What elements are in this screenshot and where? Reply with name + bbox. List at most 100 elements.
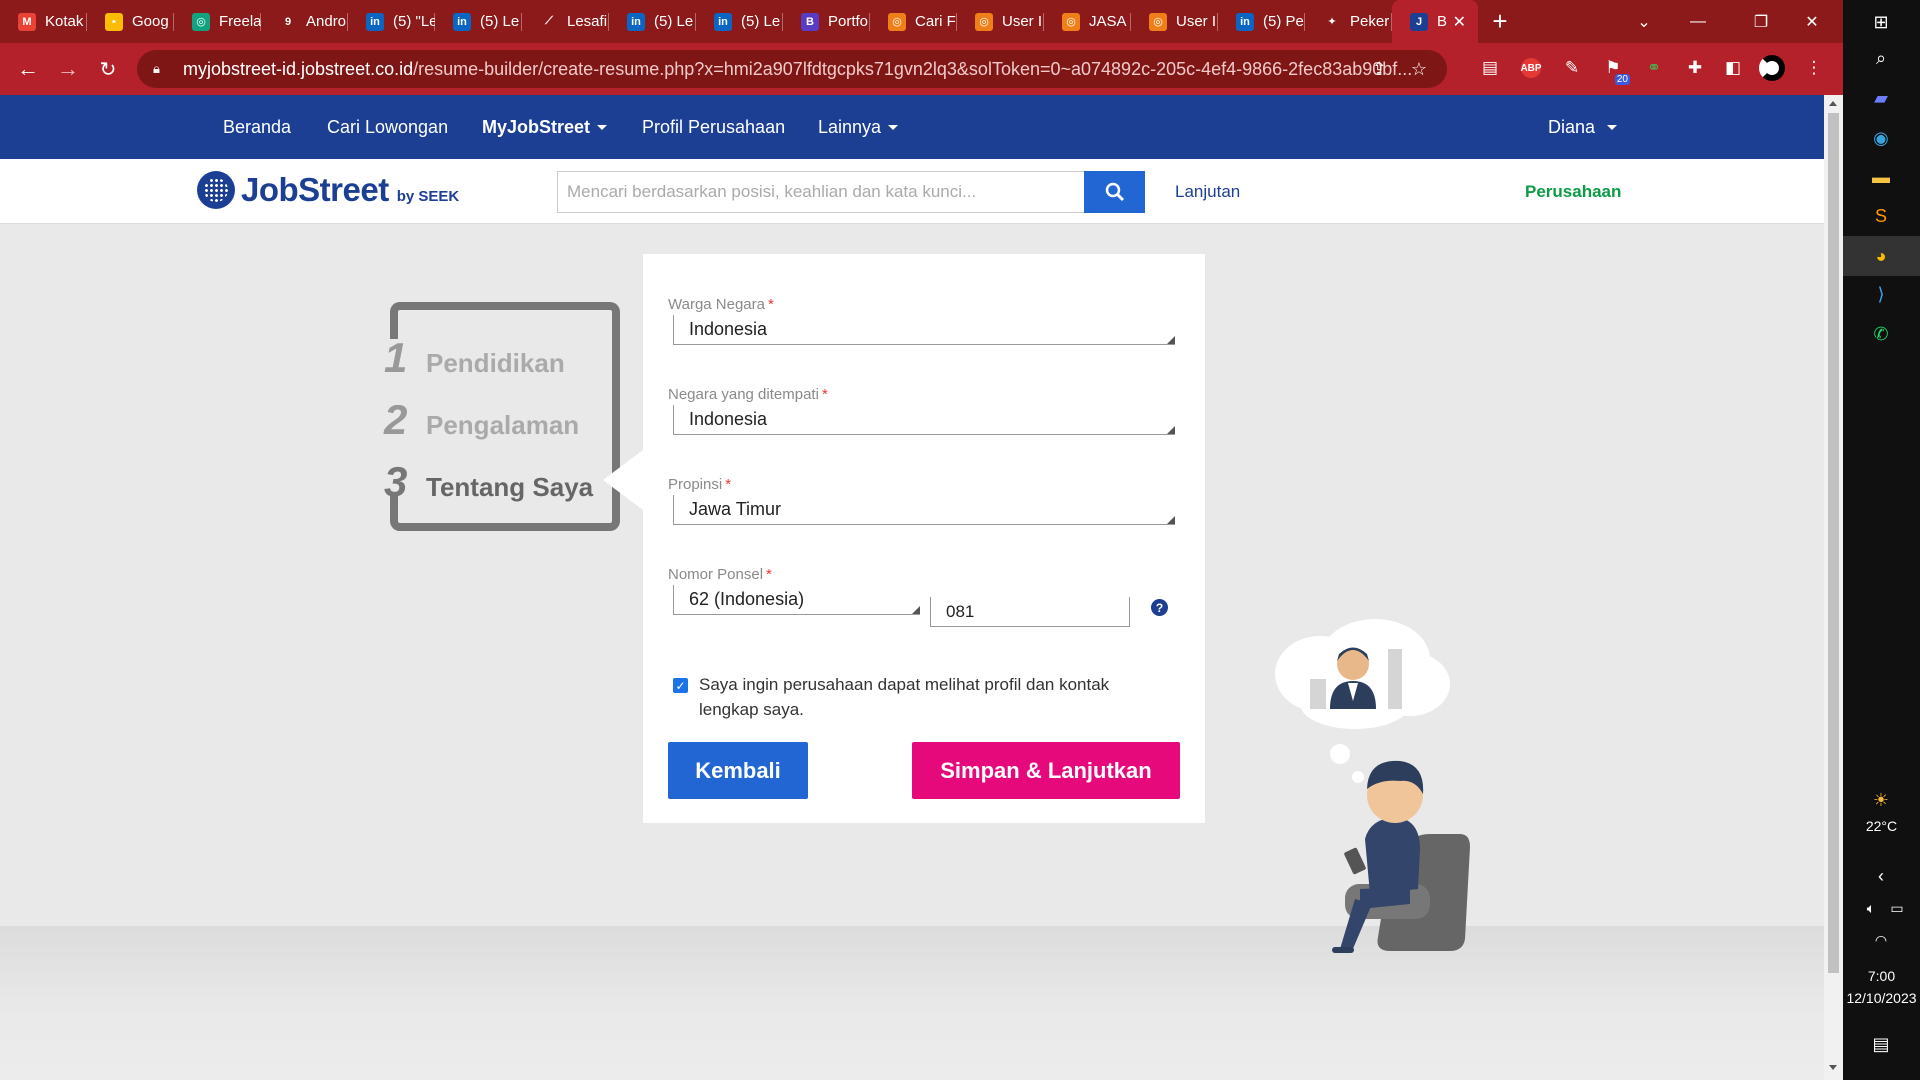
side-panel-icon[interactable]: ◧ xyxy=(1718,53,1748,83)
sublime-text-icon[interactable]: S xyxy=(1867,202,1895,230)
back-arrow-icon[interactable]: ← xyxy=(8,49,48,89)
jobstreet-logo[interactable]: JobStreet by SEEK xyxy=(197,171,459,209)
nav-profil-perusahaan[interactable]: Profil Perusahaan xyxy=(642,117,785,138)
browser-tab[interactable]: ◎ Freela xyxy=(174,0,261,43)
chrome-menu-icon[interactable]: ⋮ xyxy=(1799,53,1829,83)
browser-tab[interactable]: ◎ User I xyxy=(1131,0,1218,43)
extensions-puzzle-icon[interactable]: ✚ xyxy=(1680,53,1710,83)
green-extension-icon[interactable]: ⚭ xyxy=(1639,53,1669,83)
reading-list-icon[interactable]: ▤ xyxy=(1475,53,1505,83)
browser-tab[interactable]: ⟋ Lesafi xyxy=(522,0,609,43)
perusahaan-link[interactable]: Perusahaan xyxy=(1525,182,1621,202)
reload-icon[interactable]: ↻ xyxy=(88,49,128,89)
search-icon[interactable]: ⌕ xyxy=(1867,44,1895,72)
help-icon[interactable]: ? xyxy=(1151,599,1168,616)
forward-arrow-icon[interactable]: → xyxy=(48,49,88,89)
browser-tab[interactable]: 9 Andro xyxy=(261,0,348,43)
main-content: 1 Pendidikan 2 Pengalaman 3 Tentang Saya Wa… xyxy=(0,224,1824,1080)
browser-tab[interactable]: ▪ Goog xyxy=(87,0,174,43)
chevron-left-icon[interactable]: ‹ xyxy=(1867,862,1895,890)
scroll-thumb[interactable] xyxy=(1828,113,1839,973)
volume-icon[interactable]: 🔈︎ xyxy=(1857,894,1885,922)
dropdown-corner-icon xyxy=(1167,516,1175,524)
advanced-search-link[interactable]: Lanjutan xyxy=(1175,182,1240,202)
address-bar[interactable]: 🔒︎ myjobstreet-id.jobstreet.co.id/resume… xyxy=(137,50,1447,88)
extension-badge-icon[interactable]: ⚑ 20 xyxy=(1598,53,1630,85)
page-scrollbar[interactable] xyxy=(1824,95,1843,1080)
nav-user-menu[interactable]: Diana xyxy=(1548,117,1618,138)
step-3-active: 3 Tentang Saya xyxy=(384,458,593,506)
browser-tab[interactable]: ✦ Peker xyxy=(1305,0,1392,43)
browser-tab[interactable]: B Portfo xyxy=(783,0,870,43)
battery-icon[interactable]: ▭ xyxy=(1883,894,1911,922)
caret-down-icon xyxy=(597,125,608,130)
propinsi-select[interactable]: Jawa Timur xyxy=(673,495,1175,525)
nav-cari-lowongan[interactable]: Cari Lowongan xyxy=(327,117,448,138)
clock-date[interactable]: 12/10/2023 xyxy=(1843,990,1920,1006)
consent-label[interactable]: Saya ingin perusahaan dapat melihat prof… xyxy=(699,672,1169,722)
country-code-select[interactable]: 62 (Indonesia) xyxy=(673,585,920,615)
browser-tab[interactable]: ◎ User I xyxy=(957,0,1044,43)
adblock-icon[interactable]: ABP xyxy=(1520,58,1542,78)
restore-button[interactable]: ❐ xyxy=(1734,0,1788,43)
job-search-input[interactable]: Mencari berdasarkan posisi, keahlian dan… xyxy=(557,171,1084,213)
propinsi-label: Propinsi * xyxy=(668,476,732,493)
scroll-up-arrow-icon[interactable] xyxy=(1829,101,1837,106)
lock-icon: 🔒︎ xyxy=(153,61,160,76)
save-continue-button[interactable]: Simpan & Lanjutkan xyxy=(912,742,1180,799)
back-button[interactable]: Kembali xyxy=(668,742,808,799)
browser-tab[interactable]: in (5) "Le xyxy=(348,0,435,43)
tab-search-icon[interactable]: ⌄ xyxy=(1617,0,1671,43)
wifi-icon[interactable]: ◠ xyxy=(1867,926,1895,954)
country-code-value: 62 (Indonesia) xyxy=(689,589,805,609)
weather-temperature[interactable]: 22°C xyxy=(1843,818,1920,834)
tab-title: (5) "Le xyxy=(393,13,435,30)
nav-myjobstreet-label: MyJobStreet xyxy=(482,117,591,137)
search-button[interactable] xyxy=(1084,171,1145,213)
browser-tab[interactable]: in (5) Le xyxy=(696,0,783,43)
dropdown-corner-icon xyxy=(912,606,920,614)
browser-tab[interactable]: M Kotak xyxy=(0,0,87,43)
nav-lainnya[interactable]: Lainnya xyxy=(818,117,899,138)
app-icon[interactable]: ▰ xyxy=(1867,84,1895,112)
search-placeholder: Mencari berdasarkan posisi, keahlian dan… xyxy=(567,182,977,201)
nav-beranda[interactable]: Beranda xyxy=(223,117,291,138)
scroll-down-arrow-icon[interactable] xyxy=(1829,1065,1837,1070)
new-tab-button[interactable]: + xyxy=(1478,6,1522,37)
browser-tab[interactable]: in (5) Pe xyxy=(1218,0,1305,43)
profile-avatar[interactable] xyxy=(1759,55,1785,81)
browser-tab[interactable]: J B ✕ xyxy=(1392,0,1478,43)
browser-tab[interactable]: ◎ JASA xyxy=(1044,0,1131,43)
propinsi-value: Jawa Timur xyxy=(689,499,782,519)
url-host: myjobstreet-id.jobstreet.co.id xyxy=(183,58,414,79)
warga-negara-select[interactable]: Indonesia xyxy=(673,315,1175,345)
close-window-button[interactable]: ✕ xyxy=(1785,0,1839,43)
browser-tab-strip: M Kotak ▪ Goog ◎ Freela 9 Andro in (5) "Le in (5) L… xyxy=(0,0,1843,43)
consent-checkbox[interactable]: ✓ xyxy=(673,678,688,693)
clock-time[interactable]: 7:00 xyxy=(1843,968,1920,984)
phone-number-input[interactable]: 081 xyxy=(930,597,1130,627)
tab-title: Kotak xyxy=(45,13,84,30)
windows-start-icon[interactable]: ⊞ xyxy=(1867,8,1895,36)
step-label: Pendidikan xyxy=(426,348,565,378)
notification-icon[interactable]: ▤ xyxy=(1867,1030,1895,1058)
chrome-icon[interactable]: ◕ xyxy=(1867,242,1895,270)
edge-icon[interactable]: ◉ xyxy=(1867,124,1895,152)
file-explorer-icon[interactable]: ▬ xyxy=(1867,163,1895,191)
share-icon[interactable]: ⇪ xyxy=(1372,59,1387,80)
browser-tab[interactable]: in (5) Le xyxy=(609,0,696,43)
negara-select[interactable]: Indonesia xyxy=(673,405,1175,435)
browser-tab[interactable]: in (5) Le xyxy=(435,0,522,43)
extension-puzzle-color-icon[interactable]: ✎ xyxy=(1557,53,1587,83)
whatsapp-icon[interactable]: ✆ xyxy=(1867,320,1895,348)
linkedin-icon: in xyxy=(627,12,645,31)
bookmark-star-icon[interactable]: ☆ xyxy=(1411,59,1427,80)
nav-myjobstreet[interactable]: MyJobStreet xyxy=(482,117,608,138)
vscode-icon[interactable]: ⟩ xyxy=(1867,280,1895,308)
site-top-nav: Beranda Cari Lowongan MyJobStreet Profil… xyxy=(0,95,1824,159)
tab-title: Lesafi xyxy=(567,13,608,30)
minimize-button[interactable]: — xyxy=(1671,0,1725,43)
tab-title: JASA xyxy=(1089,13,1127,30)
browser-tab[interactable]: ◎ Cari F xyxy=(870,0,957,43)
close-tab-icon[interactable]: ✕ xyxy=(1453,12,1466,32)
